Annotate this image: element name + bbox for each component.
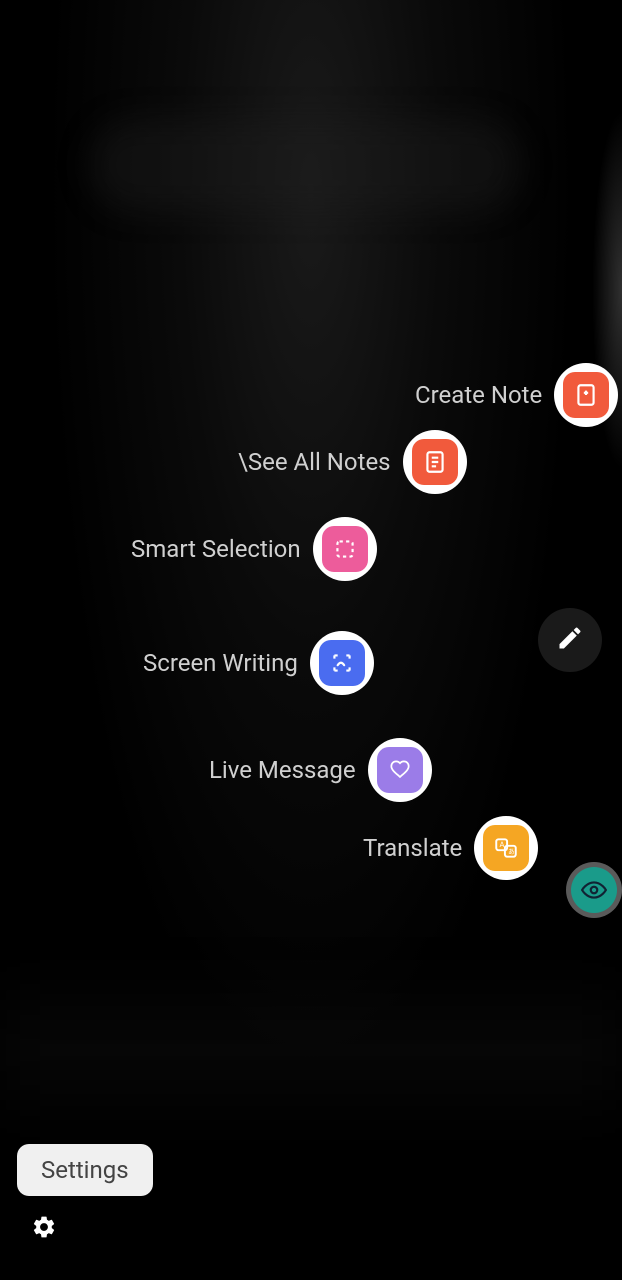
- settings-label: Settings: [41, 1156, 129, 1184]
- eye-icon: [571, 867, 617, 913]
- live-message-icon: [368, 738, 432, 802]
- menu-item-live-message[interactable]: Live Message: [209, 738, 432, 802]
- background-blur-bottom: [0, 1000, 622, 1100]
- screen-writing-icon: [310, 631, 374, 695]
- menu-label-see-all-notes: \See All Notes: [238, 448, 391, 476]
- menu-item-see-all-notes[interactable]: \See All Notes: [238, 430, 467, 494]
- create-note-icon: [554, 363, 618, 427]
- settings-tooltip: Settings: [17, 1144, 153, 1196]
- gear-icon: [31, 1214, 57, 1244]
- translate-icon: A あ: [474, 816, 538, 880]
- see-all-notes-icon: [403, 430, 467, 494]
- menu-item-screen-writing[interactable]: Screen Writing: [143, 631, 374, 695]
- settings-button[interactable]: [28, 1213, 60, 1245]
- menu-label-screen-writing: Screen Writing: [143, 649, 298, 677]
- menu-item-create-note[interactable]: Create Note: [415, 363, 618, 427]
- svg-text:A: A: [500, 840, 505, 849]
- eye-edge-button[interactable]: [566, 862, 622, 918]
- menu-label-smart-selection: Smart Selection: [131, 535, 301, 563]
- menu-label-create-note: Create Note: [415, 381, 542, 409]
- pen-icon: [556, 624, 584, 656]
- menu-item-smart-selection[interactable]: Smart Selection: [131, 517, 377, 581]
- svg-text:あ: あ: [508, 847, 515, 855]
- smart-selection-icon: [313, 517, 377, 581]
- background-blur-top: [90, 120, 520, 210]
- pen-button[interactable]: [538, 608, 602, 672]
- menu-label-translate: Translate: [363, 834, 462, 862]
- menu-item-translate[interactable]: Translate A あ: [363, 816, 538, 880]
- menu-label-live-message: Live Message: [209, 756, 356, 784]
